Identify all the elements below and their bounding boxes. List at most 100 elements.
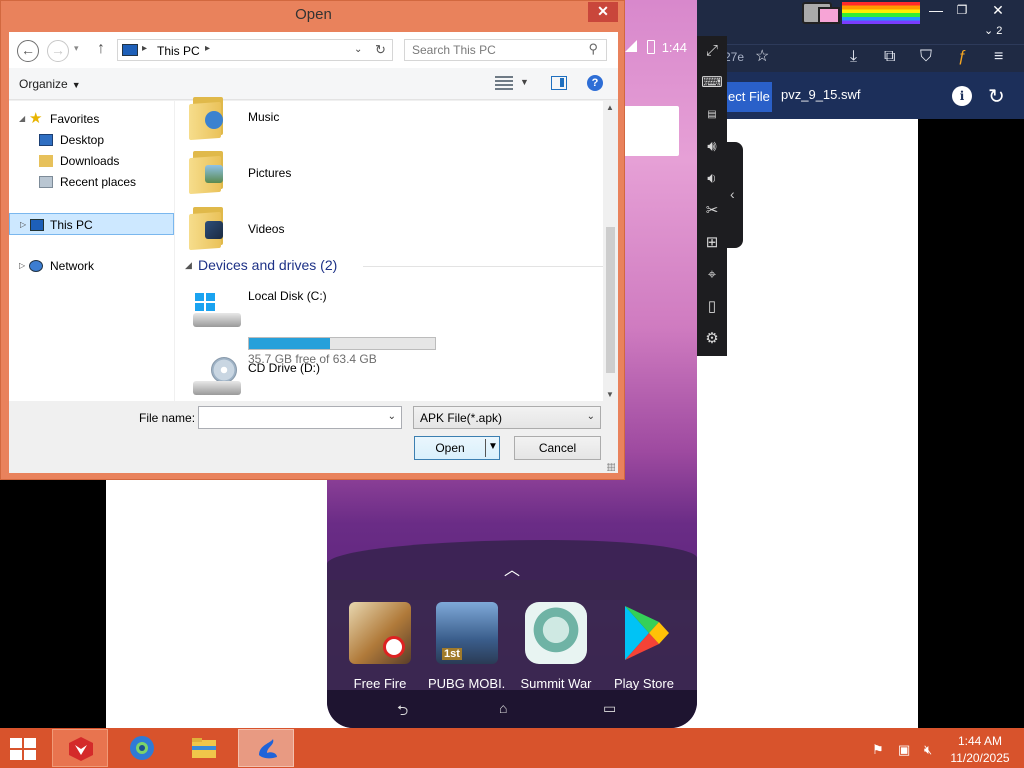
download-icon[interactable]: ⤓: [850, 49, 857, 65]
open-button[interactable]: Open ▼: [414, 436, 500, 460]
nav-recents-icon[interactable]: ▭: [603, 700, 616, 717]
preview-pane-icon[interactable]: [551, 76, 567, 90]
browser-close-button[interactable]: ✕: [978, 0, 1018, 22]
collapse-triangle-icon[interactable]: ◢: [185, 260, 192, 271]
nav-back-icon[interactable]: ⮌: [397, 700, 408, 724]
tree-item-network[interactable]: ▷ Network: [9, 255, 174, 277]
cd-drive-icon[interactable]: [193, 357, 241, 397]
scroll-thumb[interactable]: [606, 227, 615, 373]
folder-name-videos[interactable]: Videos: [248, 222, 284, 236]
open-options-dropdown-icon[interactable]: ▼: [488, 441, 498, 452]
toolbar-collapse-tab[interactable]: ‹: [727, 142, 743, 248]
taskbar-file-explorer[interactable]: [176, 729, 232, 767]
devices-drives-section[interactable]: ◢ Devices and drives (2): [185, 257, 603, 275]
windows-logo-icon: [195, 293, 215, 311]
folder-name-music[interactable]: Music: [248, 110, 279, 124]
dialog-close-button[interactable]: ✕: [588, 2, 618, 22]
taskbar-browser[interactable]: [114, 729, 170, 767]
recent-locations-dropdown-icon[interactable]: ▾: [74, 43, 79, 54]
extensions-icon[interactable]: ⧉: [884, 49, 895, 65]
up-arrow-icon[interactable]: ↑: [97, 40, 105, 58]
address-bar[interactable]: ▸ This PC ▸ ⌄: [117, 39, 373, 61]
dock-app-play-store[interactable]: Play Store: [605, 602, 683, 691]
fullscreen-icon[interactable]: ⤢: [697, 36, 727, 66]
scroll-down-icon[interactable]: ▼: [606, 390, 614, 399]
volume-down-icon[interactable]: 🔉︎: [697, 164, 727, 194]
screenshot-scissors-icon[interactable]: ✂: [697, 196, 727, 226]
expand-triangle-icon[interactable]: ▷: [19, 255, 25, 277]
view-dropdown-icon[interactable]: ▼: [520, 77, 529, 87]
bookmark-star-icon[interactable]: ☆: [755, 49, 769, 65]
install-apk-icon[interactable]: ▤: [697, 100, 727, 130]
file-type-select[interactable]: APK File(*.apk) ⌄: [413, 406, 601, 429]
select-file-button[interactable]: ect File: [724, 82, 772, 112]
tree-item-label: Desktop: [60, 133, 105, 147]
volume-up-icon[interactable]: 🔊︎: [697, 132, 727, 162]
search-input[interactable]: Search This PC ⚲: [404, 39, 607, 61]
action-center-flag-icon[interactable]: ⚑: [872, 742, 884, 758]
videos-folder-icon[interactable]: [189, 205, 229, 251]
music-folder-icon[interactable]: [189, 95, 229, 141]
app-drawer-arrow-icon[interactable]: ︿: [504, 556, 520, 580]
taskbar-clock-date[interactable]: 11/20/2025: [940, 751, 1020, 765]
file-name-input[interactable]: ⌄: [198, 406, 402, 429]
windows-start-icon[interactable]: [10, 738, 38, 760]
phone-search-widget[interactable]: [621, 106, 679, 156]
breadcrumb-chevron-icon[interactable]: ▸: [142, 43, 147, 54]
drive-name-d[interactable]: CD Drive (D:): [248, 361, 320, 375]
chevron-down-icon[interactable]: ⌄: [388, 411, 396, 422]
tree-item-recent-places[interactable]: Recent places: [9, 171, 174, 193]
vertical-scrollbar[interactable]: ▲ ▼: [603, 101, 618, 401]
shield-icon[interactable]: ⛉: [920, 49, 932, 65]
resize-grip[interactable]: [607, 463, 615, 471]
shake-icon[interactable]: ▯: [697, 292, 727, 322]
browser-maximize-button[interactable]: ❐: [942, 0, 982, 22]
chevron-down-icon: ▼: [71, 80, 81, 90]
breadcrumb-this-pc[interactable]: This PC: [157, 44, 200, 58]
network-status-icon[interactable]: ▣: [898, 742, 910, 758]
extension-f-icon[interactable]: ƒ: [958, 49, 967, 65]
menu-icon[interactable]: ≡: [994, 49, 1003, 65]
organize-button[interactable]: Organize ▼: [19, 77, 81, 91]
dock-app-summit-war[interactable]: Summit War: [517, 602, 595, 691]
pubg-icon: [436, 602, 498, 664]
refresh-icon[interactable]: ↻: [369, 39, 393, 61]
cancel-button[interactable]: Cancel: [514, 436, 601, 460]
address-bar[interactable]: 27e: [724, 50, 744, 64]
tree-item-label: Network: [50, 259, 95, 273]
tree-item-favorites[interactable]: ◢ ★ Favorites: [9, 108, 174, 130]
tree-item-this-pc[interactable]: ▷ This PC: [9, 213, 174, 235]
breadcrumb-chevron-icon[interactable]: ▸: [205, 43, 210, 54]
reload-icon[interactable]: ↻: [988, 84, 1005, 109]
location-icon[interactable]: ⌖: [697, 260, 727, 290]
tree-item-desktop[interactable]: Desktop: [9, 129, 174, 151]
dock-app-pubg[interactable]: PUBG MOBI...: [428, 602, 506, 691]
search-icon: ⚲: [588, 41, 598, 56]
taskbar-swf-player[interactable]: [238, 729, 294, 767]
back-arrow-icon[interactable]: ←: [17, 40, 39, 62]
taskbar-clock-time[interactable]: 1:44 AM: [940, 734, 1020, 748]
settings-gear-icon[interactable]: ⚙: [697, 324, 727, 354]
dock-app-free-fire[interactable]: Free Fire: [341, 602, 419, 691]
keyboard-icon[interactable]: ⌨: [697, 68, 727, 98]
scroll-up-icon[interactable]: ▲: [606, 103, 614, 112]
volume-muted-icon[interactable]: 🔇︎: [924, 742, 932, 758]
tree-item-downloads[interactable]: Downloads: [9, 150, 174, 172]
pictures-folder-icon[interactable]: [189, 149, 229, 195]
forward-arrow-icon[interactable]: →: [47, 40, 69, 62]
expand-triangle-icon[interactable]: ▷: [20, 214, 26, 236]
help-icon[interactable]: ?: [587, 75, 603, 91]
collapse-triangle-icon[interactable]: ◢: [19, 108, 25, 130]
change-view-icon[interactable]: [495, 76, 513, 90]
file-type-value: APK File(*.apk): [420, 411, 503, 425]
folder-name-pictures[interactable]: Pictures: [248, 166, 291, 180]
address-dropdown-icon[interactable]: ⌄: [354, 44, 362, 55]
add-window-icon[interactable]: ⊞: [697, 228, 727, 258]
info-icon[interactable]: i: [952, 86, 972, 106]
hard-drive-icon[interactable]: [193, 291, 241, 331]
taskbar-ldplayer[interactable]: [52, 729, 108, 767]
tab-count[interactable]: ⌄ 2: [984, 24, 1002, 37]
nav-home-icon[interactable]: ⌂: [499, 700, 507, 716]
drive-name-c[interactable]: Local Disk (C:): [248, 289, 327, 303]
tree-item-label: Downloads: [60, 154, 120, 168]
